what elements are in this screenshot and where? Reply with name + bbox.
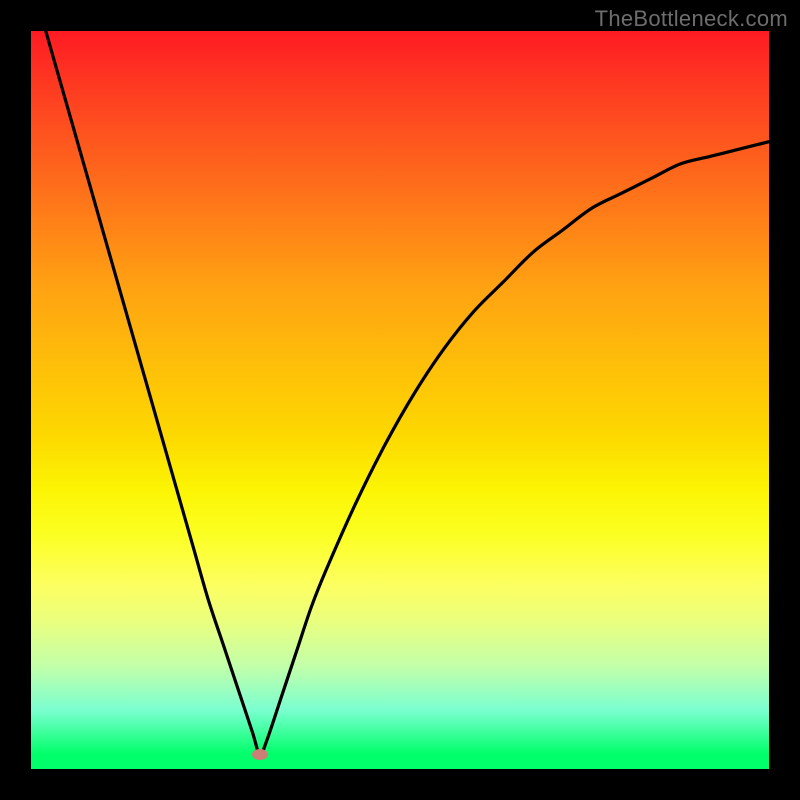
optimal-point-marker [252, 749, 268, 760]
chart-plot-area [31, 31, 769, 769]
bottleneck-curve [31, 31, 769, 769]
watermark-text: TheBottleneck.com [595, 6, 788, 32]
